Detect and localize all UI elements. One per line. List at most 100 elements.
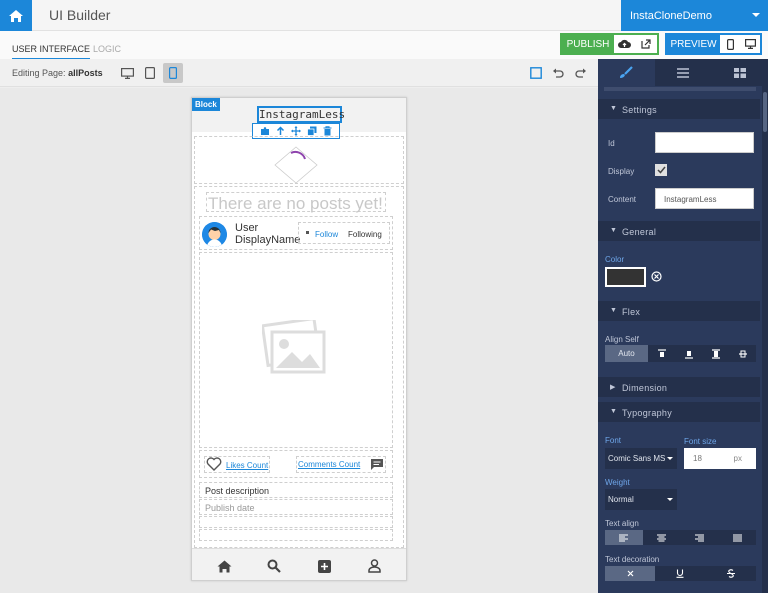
color-swatch[interactable] [605, 267, 646, 287]
text-align-left[interactable] [605, 530, 643, 545]
align-justify-icon [732, 534, 742, 541]
device-desktop-button[interactable] [117, 63, 137, 83]
heart-icon[interactable] [206, 457, 222, 471]
text-decoration-strikethrough[interactable] [706, 566, 756, 581]
panel-top-strip [604, 87, 756, 91]
properties-panel: ▼ Settings Id Display Content InstagramLe… [598, 59, 768, 593]
font-value: Comic Sans MS [608, 454, 666, 463]
post-spacer-block[interactable] [199, 516, 393, 528]
font-size-unit: px [733, 454, 742, 463]
display-checkbox[interactable] [655, 164, 667, 176]
section-dimension[interactable]: ▶ Dimension [598, 377, 760, 397]
align-self-label: Align Self [605, 335, 639, 344]
likes-count[interactable]: Likes Count [226, 461, 268, 470]
home-icon [217, 560, 231, 572]
font-select[interactable]: Comic Sans MS [605, 448, 677, 469]
section-dimension-label: Dimension [622, 383, 668, 393]
avatar[interactable] [202, 222, 227, 247]
project-selector[interactable]: InstaCloneDemo [621, 0, 768, 31]
mobile-icon [726, 38, 734, 50]
tab-user-interface[interactable]: USER INTERFACE [12, 44, 91, 60]
select-frame-button[interactable] [526, 63, 546, 83]
arrow-up-icon[interactable] [276, 126, 285, 136]
align-self-stretch[interactable] [702, 345, 729, 362]
undo-button[interactable] [548, 63, 568, 83]
section-settings-label: Settings [622, 105, 657, 115]
chevron-down-icon [752, 13, 760, 17]
panel-scrollbar[interactable] [762, 86, 768, 593]
empty-posts-message: There are no posts yet! [208, 194, 383, 213]
puzzle-icon[interactable] [260, 126, 270, 136]
align-self-start[interactable] [648, 345, 675, 362]
preview-mobile-button[interactable] [720, 35, 740, 53]
text-align-control [605, 530, 756, 545]
font-size-input[interactable]: 18 px [684, 448, 756, 469]
device-mobile-button[interactable] [163, 63, 183, 83]
comment-icon[interactable] [370, 458, 384, 471]
panel-tab-components[interactable] [711, 59, 768, 86]
text-align-right[interactable] [681, 530, 719, 545]
top-bar: UI Builder InstaCloneDemo [0, 0, 768, 31]
editing-prefix: Editing Page: [12, 68, 66, 78]
align-self-end[interactable] [675, 345, 702, 362]
comments-count[interactable]: Comments Count [298, 460, 360, 469]
redo-button[interactable] [571, 63, 591, 83]
text-align-center[interactable] [643, 530, 681, 545]
publish-open-button[interactable] [636, 35, 658, 53]
caret-down-icon: ▼ [610, 307, 618, 314]
section-settings[interactable]: ▼ Settings [598, 99, 760, 119]
panel-tab-style[interactable] [598, 59, 655, 86]
section-general[interactable]: ▼ General [598, 221, 760, 241]
page-title-element[interactable]: InstagramLess [257, 106, 345, 123]
weight-select[interactable]: Normal [605, 489, 677, 510]
caret-down-icon: ▼ [610, 227, 618, 234]
desktop-icon [744, 39, 756, 49]
tablet-icon [145, 67, 155, 79]
content-input[interactable]: InstagramLess [655, 188, 754, 209]
clear-color-icon[interactable] [651, 271, 662, 282]
plus-square-icon [317, 559, 331, 573]
preview-desktop-button[interactable] [740, 35, 760, 53]
post-footer-block[interactable] [199, 529, 393, 541]
move-icon[interactable] [291, 126, 301, 136]
publish-button[interactable]: PUBLISH [560, 33, 659, 55]
user-name-line2: DisplayName [235, 234, 301, 246]
text-decoration-underline[interactable] [655, 566, 705, 581]
external-link-icon [641, 39, 651, 49]
align-end-icon [684, 350, 693, 359]
trash-icon[interactable] [323, 126, 332, 136]
align-self-center[interactable] [729, 345, 756, 362]
panel-tabs [598, 59, 768, 86]
app-tab-add[interactable] [316, 558, 332, 574]
copy-icon[interactable] [307, 126, 317, 136]
home-icon [9, 9, 23, 22]
text-align-justify[interactable] [718, 530, 756, 545]
app-tab-profile[interactable] [366, 558, 382, 574]
user-display-name[interactable]: User DisplayName [235, 222, 300, 246]
following-button[interactable]: Following [348, 230, 382, 239]
id-input[interactable] [655, 132, 754, 153]
content-label: Content [608, 195, 637, 204]
device-tablet-button[interactable] [140, 63, 160, 83]
preview-button[interactable]: PREVIEW [665, 33, 762, 55]
user-avatar-icon [202, 222, 227, 247]
app-tab-home[interactable] [216, 558, 232, 574]
redo-icon [575, 68, 586, 78]
align-self-auto[interactable]: Auto [605, 345, 648, 362]
text-decoration-none[interactable] [605, 566, 656, 581]
image-icon [262, 320, 326, 374]
editing-page-label: Editing Page: allPosts [12, 68, 103, 78]
align-self-control: Auto [605, 345, 756, 362]
section-typography[interactable]: ▼ Typography [598, 402, 760, 422]
editing-page-name: allPosts [68, 68, 103, 78]
publish-cloud-button[interactable] [614, 35, 636, 53]
section-flex[interactable]: ▼ Flex [598, 301, 760, 321]
color-label: Color [605, 255, 625, 264]
tab-logic[interactable]: LOGIC [93, 44, 121, 54]
home-button[interactable] [0, 0, 32, 31]
app-tab-search[interactable] [266, 558, 282, 574]
follow-button[interactable]: Follow [315, 230, 338, 239]
panel-scroll-thumb[interactable] [763, 92, 767, 132]
panel-tab-structure[interactable] [655, 59, 712, 86]
align-center-icon [738, 350, 747, 357]
